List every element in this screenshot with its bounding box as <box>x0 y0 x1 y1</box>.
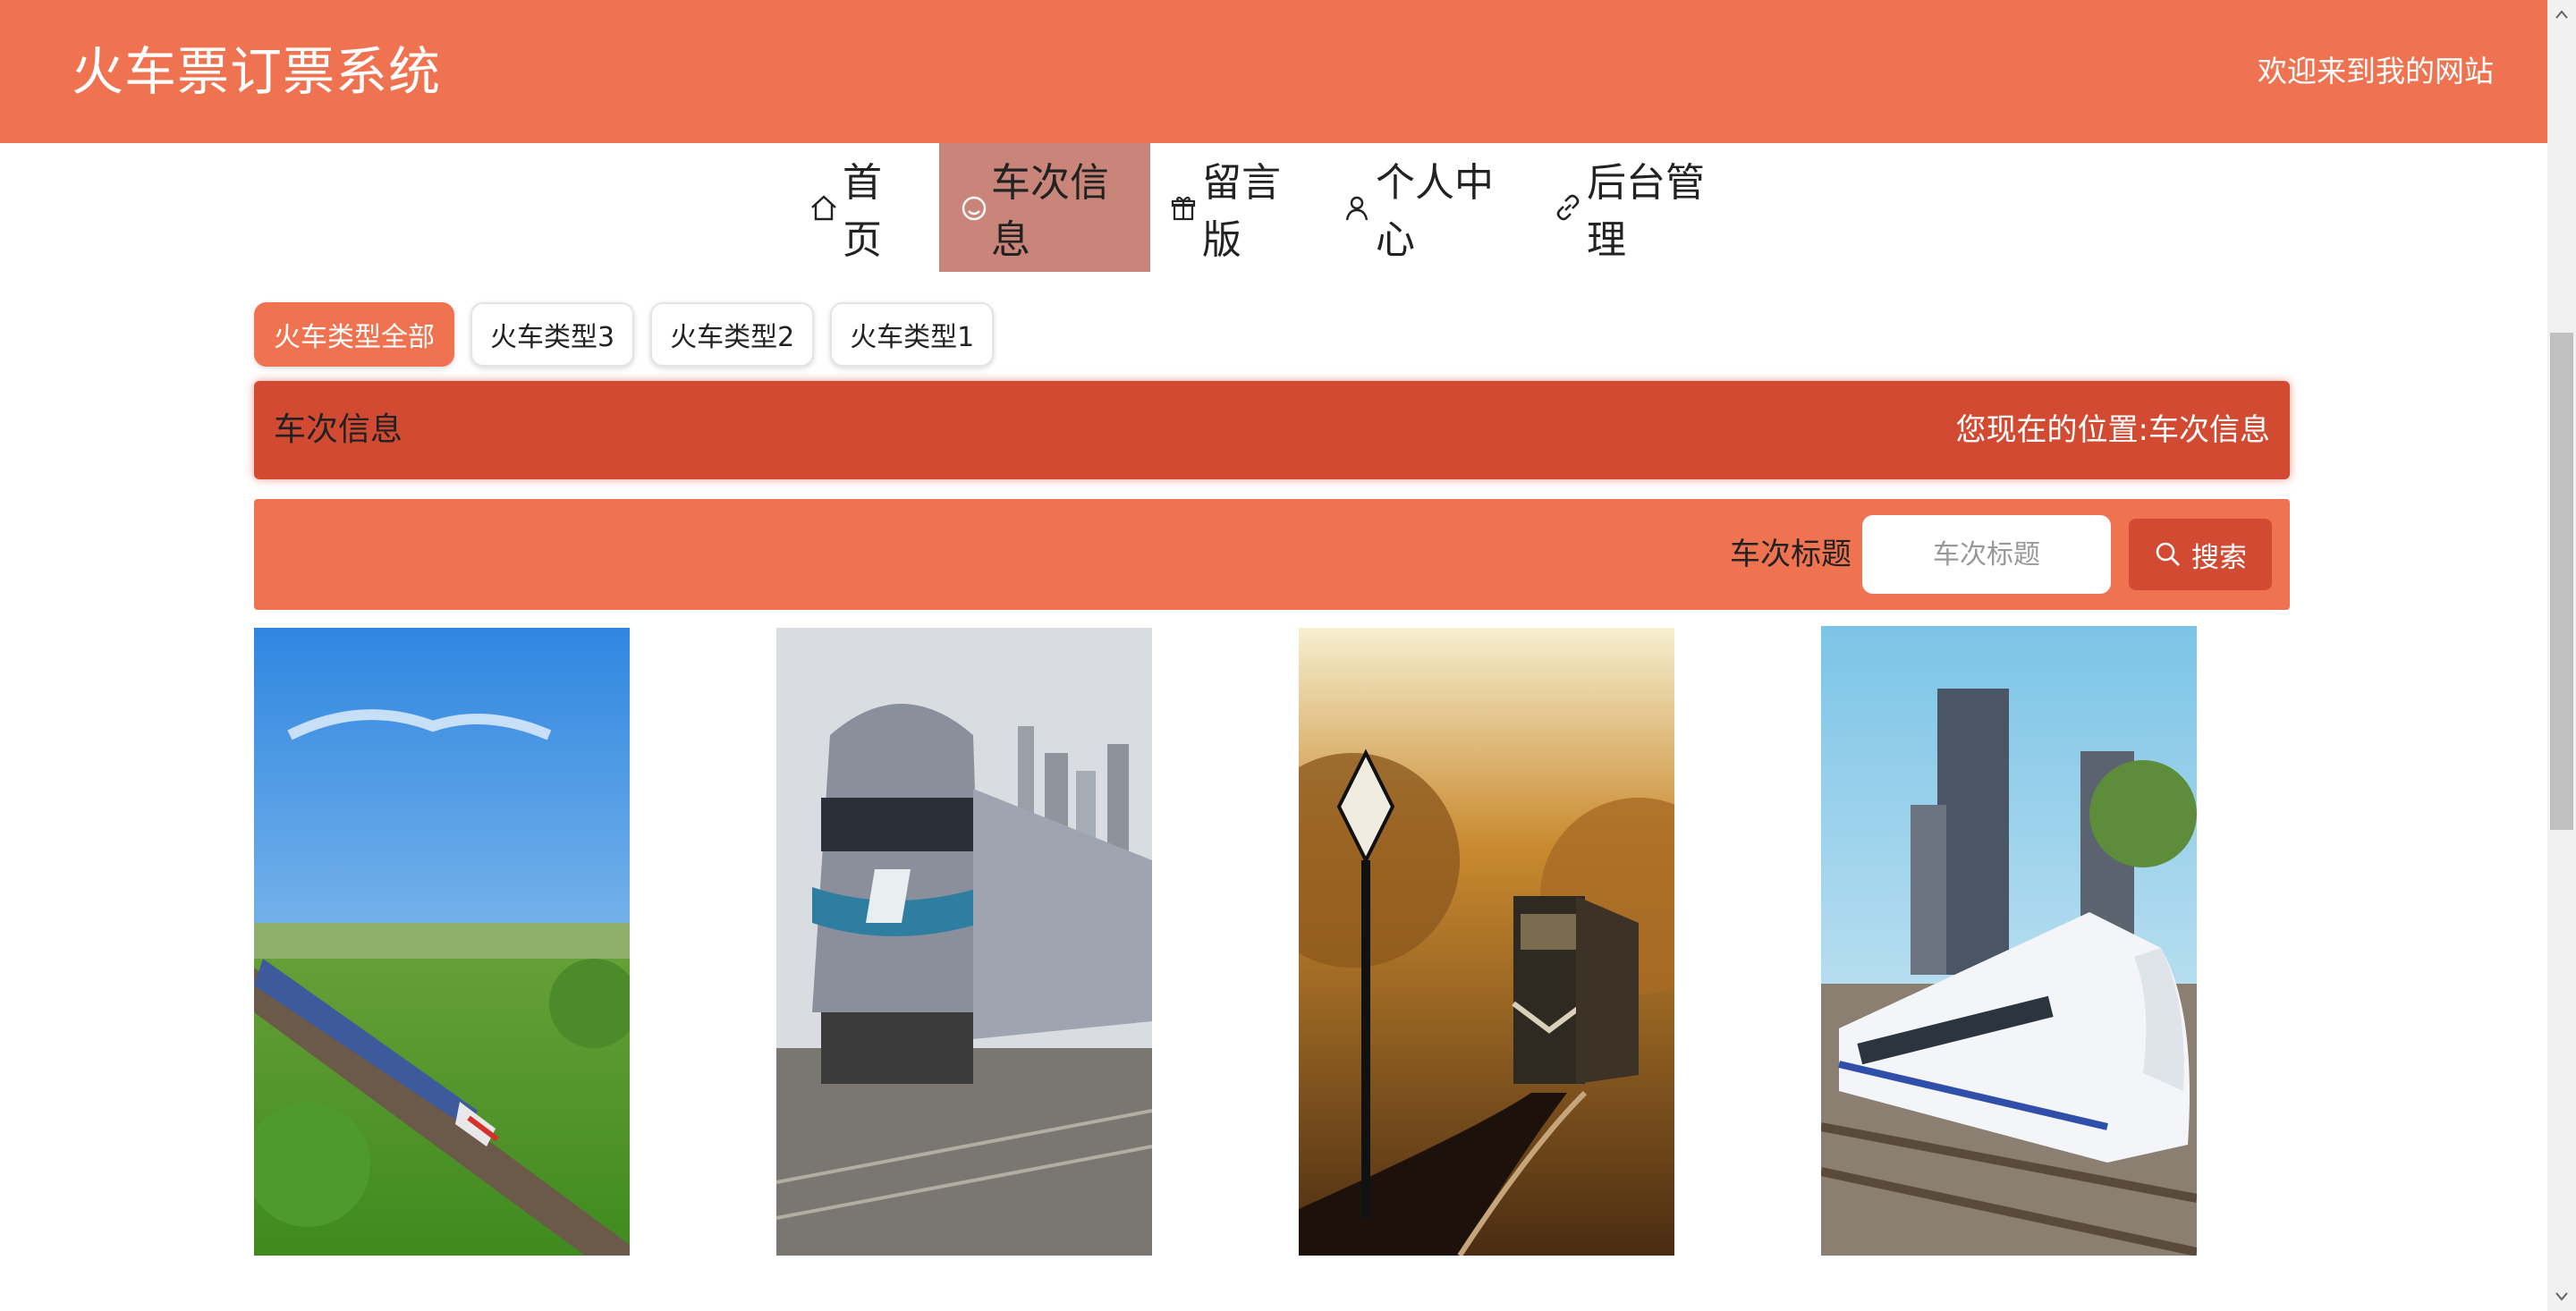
search-input[interactable] <box>1862 515 2111 594</box>
train-card-image[interactable] <box>1821 626 2197 1256</box>
nav-item-personal-center[interactable]: 个人中心 <box>1342 143 1521 272</box>
breadcrumb-current[interactable]: 车次信息 <box>2148 412 2270 448</box>
page: 火车票订票系统 欢迎来到我的网站 首页 车次信息 留言版 个人中心 后台管理 火… <box>0 0 2547 1311</box>
nav-item-label: 个人中心 <box>1376 160 1494 263</box>
breadcrumb-prefix: 您现在的位置: <box>1955 412 2148 448</box>
nav-item-home[interactable]: 首页 <box>809 143 916 272</box>
nav-item-label: 后台管理 <box>1587 160 1705 263</box>
breadcrumb: 您现在的位置:车次信息 <box>1956 410 2270 451</box>
search-button[interactable]: 搜索 <box>2129 519 2272 590</box>
train-card-image[interactable] <box>776 628 1152 1256</box>
section-title: 车次信息 <box>274 411 403 448</box>
scroll-down-arrow-icon[interactable] <box>2547 1282 2576 1311</box>
nav-item-train-info[interactable]: 车次信息 <box>939 143 1150 272</box>
train-card-image[interactable] <box>1299 628 1674 1256</box>
nav-item-admin[interactable]: 后台管理 <box>1553 143 1741 272</box>
site-title: 火车票订票系统 <box>72 41 442 102</box>
type-filter-2[interactable]: 火车类型2 <box>650 302 815 367</box>
type-filter-3[interactable]: 火车类型3 <box>470 302 635 367</box>
search-label: 车次标题 <box>1730 537 1852 572</box>
welcome-text: 欢迎来到我的网站 <box>2258 54 2494 89</box>
train-card-image[interactable] <box>254 628 630 1256</box>
nav-item-label: 首页 <box>843 160 882 263</box>
main-nav: 首页 车次信息 留言版 个人中心 后台管理 <box>0 143 2547 272</box>
location-bar: 车次信息 您现在的位置:车次信息 <box>254 381 2290 479</box>
search-bar: 车次标题 搜索 <box>254 499 2290 610</box>
user-icon <box>1342 192 1372 223</box>
home-icon <box>809 192 839 223</box>
scrollbar-thumb[interactable] <box>2550 333 2573 830</box>
train-type-filter: 火车类型全部 火车类型3 火车类型2 火车类型1 <box>254 302 1010 367</box>
top-header: 火车票订票系统 欢迎来到我的网站 <box>0 0 2547 143</box>
gift-icon <box>1168 192 1199 223</box>
search-icon <box>2156 542 2180 566</box>
type-filter-all[interactable]: 火车类型全部 <box>254 302 454 367</box>
search-button-label: 搜索 <box>2191 541 2247 574</box>
type-filter-1[interactable]: 火车类型1 <box>830 302 995 367</box>
nav-item-label: 留言版 <box>1202 160 1281 263</box>
link-icon <box>1553 192 1583 223</box>
scroll-up-arrow-icon[interactable] <box>2547 0 2576 29</box>
smile-icon <box>959 192 989 223</box>
nav-item-label: 车次信息 <box>991 160 1109 263</box>
nav-item-message-board[interactable]: 留言版 <box>1168 143 1309 272</box>
